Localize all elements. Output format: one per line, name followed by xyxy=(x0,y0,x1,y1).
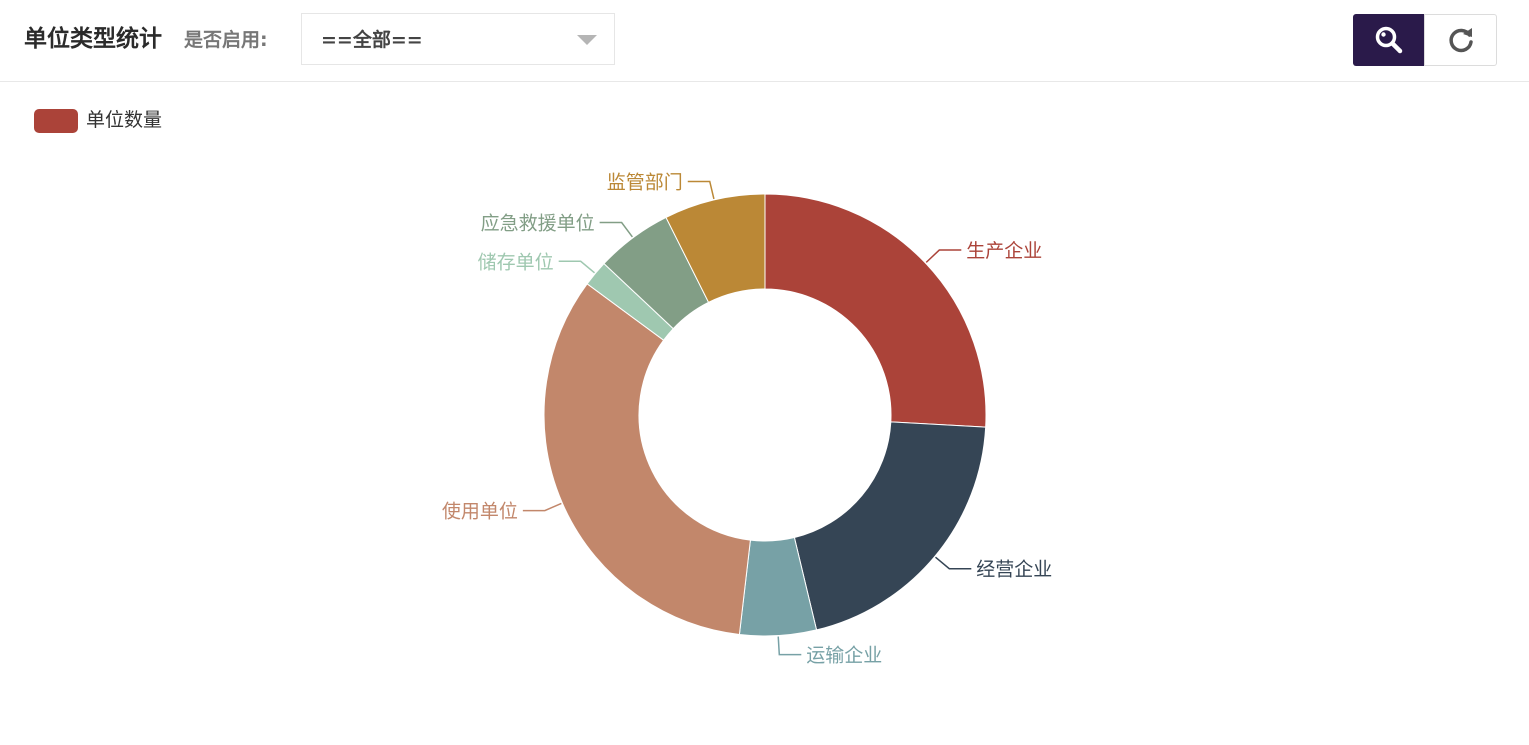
slice-label-6: 监管部门 xyxy=(607,171,683,193)
search-button[interactable] xyxy=(1353,14,1425,66)
slice-label-1: 经营企业 xyxy=(976,559,1052,581)
search-icon xyxy=(1375,26,1403,54)
toolbar: 单位类型统计 是否启用: ==全部== xyxy=(0,0,1529,82)
label-leader-line-5 xyxy=(599,221,633,238)
pie-slice-1[interactable] xyxy=(793,421,987,631)
label-leader-line-6 xyxy=(687,180,715,200)
slice-label-2: 运输企业 xyxy=(806,645,882,667)
status-select[interactable]: ==全部== xyxy=(301,13,615,65)
page-title: 单位类型统计 xyxy=(24,26,162,52)
label-leader-line-1 xyxy=(935,556,972,570)
label-leader-line-3 xyxy=(522,502,562,512)
slice-label-3: 使用单位 xyxy=(442,501,518,523)
status-select-value: ==全部== xyxy=(321,29,423,51)
refresh-button[interactable] xyxy=(1424,14,1497,66)
slice-label-5: 应急救援单位 xyxy=(481,213,595,235)
label-leader-line-2 xyxy=(777,636,802,656)
slice-label-4: 储存单位 xyxy=(478,251,554,273)
pie-slice-0[interactable] xyxy=(764,193,987,428)
label-leader-line-4 xyxy=(558,260,595,274)
pie-slice-3[interactable] xyxy=(543,283,751,636)
donut-chart: 生产企业经营企业运输企业 使用单位 储存单位 应急救援单位监管部门 xyxy=(442,171,1052,667)
slice-label-0: 生产企业 xyxy=(966,240,1042,262)
refresh-icon xyxy=(1448,28,1473,53)
label-leader-line-0 xyxy=(925,249,962,263)
filter-label: 是否启用: xyxy=(184,29,268,51)
chevron-down-icon xyxy=(577,35,597,45)
